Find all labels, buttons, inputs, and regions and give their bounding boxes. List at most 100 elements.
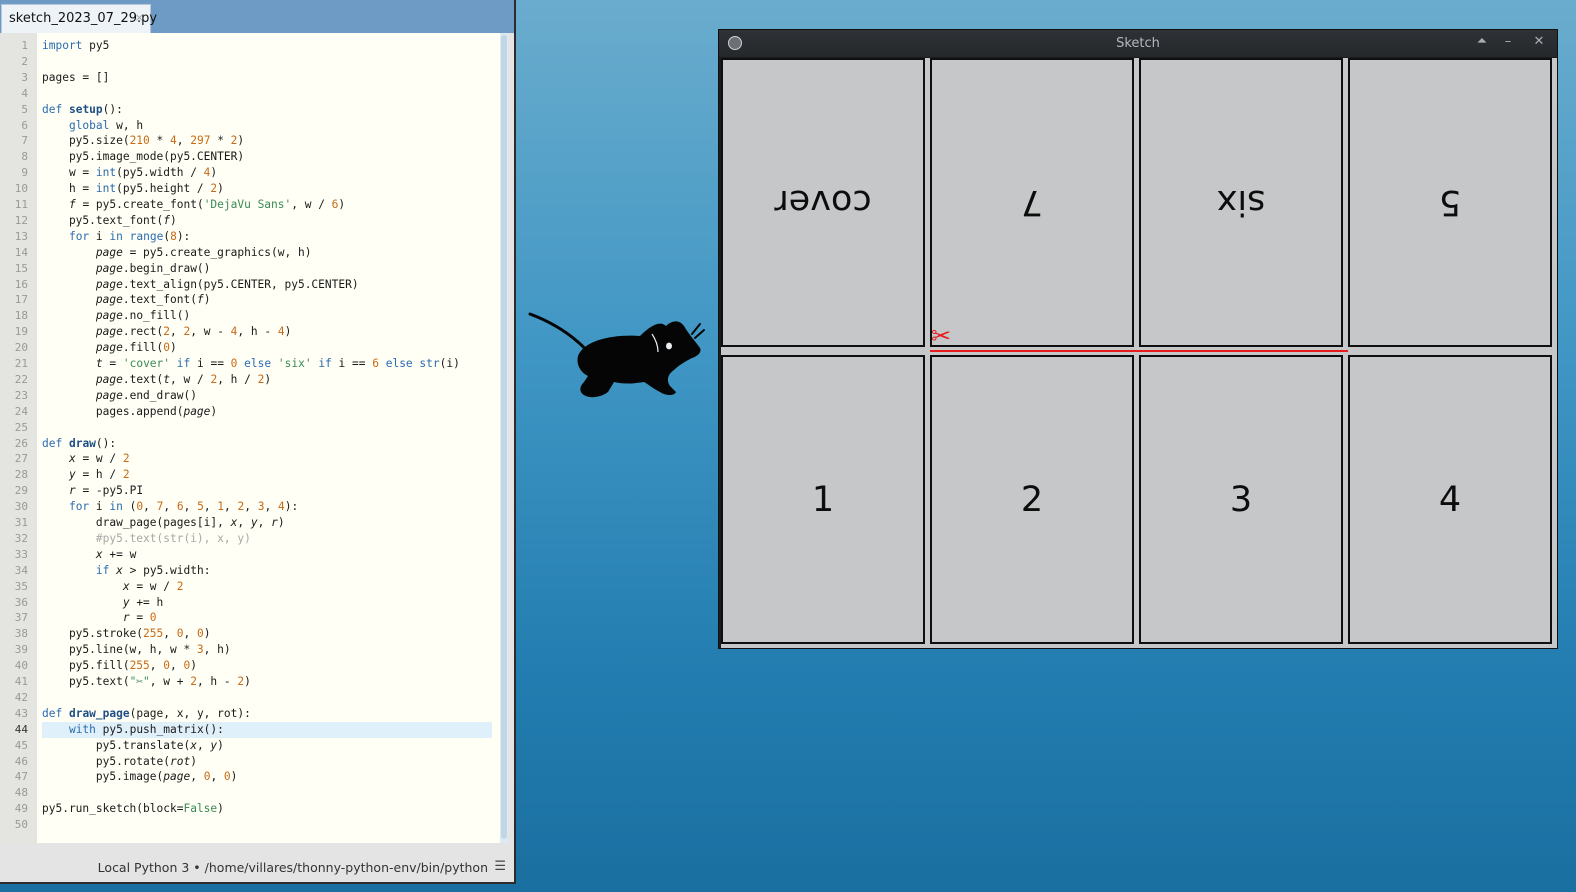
line-number: 47 <box>14 770 28 784</box>
line-number: 11 <box>14 198 28 211</box>
code-line[interactable]: page.begin_draw() <box>42 261 211 277</box>
code-line[interactable]: py5.image(page, 0, 0) <box>42 769 238 785</box>
line-number: 2 <box>21 54 28 68</box>
code-line[interactable]: y = h / 2 <box>42 467 130 483</box>
code-line[interactable]: for i in (0, 7, 6, 5, 1, 2, 3, 4): <box>42 499 298 515</box>
code-line[interactable]: py5.text_font(f) <box>42 213 177 229</box>
line-number: 44 <box>14 722 28 736</box>
sketch-canvas[interactable]: cover 7 six 5 1 2 3 4 ✂ <box>721 58 1557 648</box>
code-line[interactable]: draw_page(pages[i], x, y, r) <box>42 515 285 531</box>
line-number: 46 <box>14 754 28 768</box>
interpreter-name: Local Python 3 <box>97 860 190 875</box>
page-4: 4 <box>1348 355 1552 644</box>
line-number: 20 <box>14 341 28 355</box>
code-line[interactable]: py5.line(w, h, w * 3, h) <box>42 642 231 658</box>
status-menu-icon[interactable]: ☰ <box>494 859 506 874</box>
code-line[interactable]: w = int(py5.width / 4) <box>42 165 217 181</box>
code-line[interactable]: f = py5.create_font('DejaVu Sans', w / 6… <box>42 197 345 213</box>
line-number: 33 <box>14 547 28 561</box>
code-line[interactable]: y += h <box>42 595 163 611</box>
code-line[interactable]: t = 'cover' if i == 0 else 'six' if i ==… <box>42 356 460 372</box>
line-number: 1 <box>21 39 28 52</box>
code-line[interactable]: py5.run_sketch(block=False) <box>42 801 224 817</box>
code-line[interactable]: page = py5.create_graphics(w, h) <box>42 245 312 261</box>
code-line[interactable]: global w, h <box>42 118 143 134</box>
code-line[interactable]: for i in range(8): <box>42 229 190 245</box>
code-line[interactable]: py5.text("✂", w + 2, h - 2) <box>42 674 251 690</box>
code-line[interactable]: page.rect(2, 2, w - 4, h - 4) <box>42 324 291 340</box>
line-number: 7 <box>21 134 28 148</box>
code-editor[interactable]: 1 2 3 4 5 6 7 8 9 10 11 12 13 14 15 16 17 18 19 20 21 22 23 24 2… <box>2 33 508 843</box>
line-number: 23 <box>14 388 28 402</box>
page-1: 1 <box>721 355 925 644</box>
line-number: 37 <box>14 611 28 625</box>
keep-above-icon[interactable]: ⏶ <box>1473 34 1491 49</box>
code-line[interactable]: pages = [] <box>42 70 109 86</box>
line-number: 29 <box>14 484 28 498</box>
line-number: 35 <box>14 579 28 593</box>
code-line[interactable]: def draw_page(page, x, y, rot): <box>42 706 251 722</box>
status-separator: • <box>193 860 201 875</box>
code-line[interactable]: page.end_draw() <box>42 388 197 404</box>
code-line[interactable]: py5.stroke(255, 0, 0) <box>42 626 211 642</box>
sketch-titlebar[interactable]: Sketch ⏶ – ✕ <box>719 30 1557 57</box>
code-line[interactable]: page.no_fill() <box>42 308 190 324</box>
page-label: cover <box>774 182 872 223</box>
tab-close-icon[interactable]: × <box>135 11 144 24</box>
code-line[interactable]: py5.size(210 * 4, 297 * 2) <box>42 133 244 149</box>
code-line[interactable]: if x > py5.width: <box>42 563 211 579</box>
line-number: 25 <box>14 420 28 434</box>
line-number-gutter: 1 2 3 4 5 6 7 8 9 10 11 12 13 14 15 16 17 18 19 20 21 22 23 24 2… <box>2 33 37 843</box>
line-number: 36 <box>14 595 28 609</box>
line-number: 39 <box>14 643 28 657</box>
line-number: 32 <box>14 531 28 545</box>
page-label: 2 <box>1020 479 1044 520</box>
line-number: 3 <box>21 70 28 84</box>
code-line[interactable]: def setup(): <box>42 102 123 118</box>
code-line[interactable]: page.text_align(py5.CENTER, py5.CENTER) <box>42 277 359 293</box>
code-line[interactable]: def draw(): <box>42 436 116 452</box>
code-line[interactable]: page.fill(0) <box>42 340 177 356</box>
page-label: 3 <box>1229 479 1253 520</box>
line-number: 5 <box>21 102 28 116</box>
code-line[interactable]: h = int(py5.height / 2) <box>42 181 224 197</box>
page-5: 5 <box>1348 58 1552 347</box>
line-number: 16 <box>14 277 28 291</box>
code-line[interactable]: pages.append(page) <box>42 404 217 420</box>
line-number: 28 <box>14 468 28 482</box>
code-line[interactable]: py5.fill(255, 0, 0) <box>42 658 197 674</box>
line-number: 17 <box>14 293 28 307</box>
code-line[interactable]: page.text(t, w / 2, h / 2) <box>42 372 271 388</box>
scrollbar-thumb[interactable] <box>501 35 507 839</box>
code-line[interactable]: py5.translate(x, y) <box>42 738 224 754</box>
line-number: 43 <box>14 706 28 720</box>
code-line[interactable]: py5.image_mode(py5.CENTER) <box>42 149 244 165</box>
code-line[interactable]: import py5 <box>42 38 109 54</box>
code-line[interactable]: py5.rotate(rot) <box>42 754 197 770</box>
line-number: 22 <box>14 372 28 386</box>
line-number: 41 <box>14 675 28 688</box>
code-line[interactable]: #py5.text(str(i), x, y) <box>42 531 251 547</box>
line-number: 10 <box>14 182 28 196</box>
page-label: 4 <box>1438 479 1462 520</box>
vertical-scrollbar[interactable] <box>500 33 508 843</box>
line-number: 6 <box>21 118 28 132</box>
interpreter-status[interactable]: Local Python 3 • /home/villares/thonny-p… <box>98 860 488 875</box>
code-line[interactable]: x = w / 2 <box>42 579 184 595</box>
code-line[interactable]: page.text_font(f) <box>42 292 211 308</box>
interpreter-path: /home/villares/thonny-python-env/bin/pyt… <box>204 860 488 875</box>
line-number: 12 <box>14 213 28 227</box>
line-number: 13 <box>14 229 28 243</box>
tab-sketch-file[interactable]: sketch_2023_07_29.py × <box>1 4 157 33</box>
code-line[interactable]: x = w / 2 <box>42 451 130 467</box>
code-line[interactable]: r = 0 <box>42 610 157 626</box>
code-line[interactable]: x += w <box>42 547 136 563</box>
line-number: 26 <box>14 436 28 450</box>
minimize-icon[interactable]: – <box>1499 34 1517 49</box>
line-number: 8 <box>21 150 28 164</box>
cut-line <box>930 350 1348 352</box>
line-number: 9 <box>21 166 28 180</box>
close-icon[interactable]: ✕ <box>1530 34 1548 49</box>
code-line[interactable]: r = -py5.PI <box>42 483 143 499</box>
code-line[interactable]: with py5.push_matrix(): <box>42 722 224 738</box>
